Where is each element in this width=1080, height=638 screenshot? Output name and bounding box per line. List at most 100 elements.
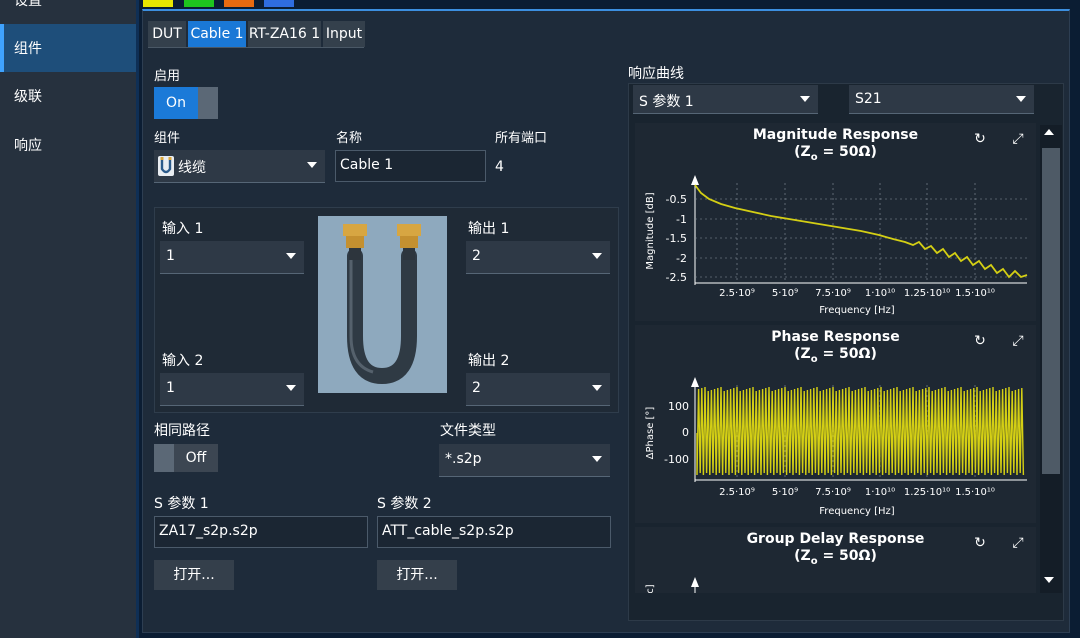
phase-ylabel: ΔPhase [°]: [645, 407, 656, 460]
magnitude-plot: Magnitude Response (Zo = 50Ω) ↻ ⤢ Magnit…: [635, 123, 1036, 321]
name-input[interactable]: Cable 1: [335, 150, 486, 182]
sidebar-item-cascade[interactable]: 级联: [0, 72, 136, 120]
group-delay-plot: Group Delay Response (Zo = 50Ω) ↻ ⤢ c]: [635, 527, 1036, 593]
input1-value: 1: [166, 248, 175, 264]
response-label: 响应曲线: [628, 66, 684, 82]
output1-select[interactable]: 2: [466, 241, 610, 274]
same-path-label: 相同路径: [154, 423, 210, 439]
file-type-label: 文件类型: [440, 423, 496, 439]
output2-value: 2: [472, 380, 481, 396]
phase-xtick: 1·10¹⁰: [865, 487, 895, 498]
chevron-down-icon: [286, 253, 296, 259]
input2-value: 1: [166, 380, 175, 396]
yellow-channel-swatch[interactable]: [143, 0, 173, 7]
magnitude-xtick: 7.5·10⁹: [815, 288, 851, 299]
sidebar-item-components[interactable]: 组件: [0, 24, 136, 72]
phase-curve: [696, 386, 1025, 476]
response-sparam-value: S21: [855, 91, 882, 107]
input2-label: 输入 2: [162, 353, 204, 369]
chevron-down-icon: [286, 385, 296, 391]
tab-rt-za16-1[interactable]: RT-ZA16 1: [248, 21, 321, 47]
magnitude-xlabel: Frequency [Hz]: [819, 305, 895, 316]
input1-select[interactable]: 1: [160, 241, 304, 274]
output1-value: 2: [472, 248, 481, 264]
tab-dut[interactable]: DUT: [148, 21, 186, 47]
group-delay-chart: c]: [645, 577, 699, 593]
scroll-down-icon[interactable]: [1044, 577, 1054, 583]
sparam2-open-button[interactable]: 打开...: [377, 560, 457, 590]
same-path-toggle[interactable]: Off: [154, 444, 218, 472]
file-type-value: *.s2p: [445, 451, 482, 467]
sidebar-item-label: 组件: [14, 41, 42, 57]
magnitude-ytick: -2: [676, 252, 687, 265]
enable-toggle[interactable]: On: [154, 87, 218, 119]
tab-underline: [148, 47, 364, 48]
sidebar-item-response[interactable]: 响应: [0, 121, 136, 169]
phase-xlabel: Frequency [Hz]: [819, 506, 895, 517]
cable-icon: [158, 156, 174, 176]
chevron-down-icon: [592, 253, 602, 259]
magnitude-ytick: -1.5: [666, 232, 687, 245]
toggle-knob: [198, 87, 218, 119]
name-value: Cable 1: [340, 157, 394, 173]
sidebar: 设置 组件 级联 响应: [0, 0, 136, 638]
magnitude-chart: Magnitude [dB] -0.5 -1 -1.5 -2 -2.5 2.5·…: [645, 175, 1028, 316]
response-param-value: S 参数 1: [639, 94, 694, 110]
enable-label: 启用: [154, 69, 181, 84]
magnitude-ytick: -1: [676, 213, 687, 226]
magnitude-xtick: 5·10⁹: [772, 288, 798, 299]
magnitude-ytick: -0.5: [666, 193, 687, 206]
chevron-down-icon: [1016, 96, 1026, 102]
output2-select[interactable]: 2: [466, 373, 610, 406]
component-value: 线缆: [178, 160, 206, 176]
magnitude-xtick: 1.5·10¹⁰: [955, 288, 995, 299]
phase-ytick: 100: [668, 400, 689, 413]
ports-label: 所有端口: [495, 131, 548, 146]
phase-xtick: 7.5·10⁹: [815, 487, 851, 498]
phase-ytick: 0: [682, 426, 689, 439]
sidebar-item-settings[interactable]: 设置: [0, 0, 136, 24]
chevron-down-icon: [800, 96, 810, 102]
scroll-up-icon[interactable]: [1044, 129, 1054, 135]
magnitude-xtick: 2.5·10⁹: [719, 288, 755, 299]
sidebar-item-label: 级联: [14, 89, 42, 105]
green-channel-swatch[interactable]: [184, 0, 214, 7]
chevron-down-icon: [592, 385, 602, 391]
input2-select[interactable]: 1: [160, 373, 304, 406]
response-param-select[interactable]: S 参数 1: [633, 85, 818, 114]
sparam2-value: ATT_cable_s2p.s2p: [382, 523, 514, 539]
sidebar-divider: [136, 0, 139, 638]
group-delay-ylabel: c]: [645, 584, 656, 593]
phase-ytick: -100: [664, 453, 689, 466]
sidebar-item-label: 响应: [14, 138, 42, 154]
output2-label: 输出 2: [468, 353, 510, 369]
magnitude-ylabel: Magnitude [dB]: [645, 192, 656, 269]
phase-xtick: 1.25·10¹⁰: [904, 487, 950, 498]
tab-cable-1[interactable]: Cable 1: [188, 21, 246, 47]
tab-input[interactable]: Input: [323, 21, 365, 47]
sparam2-label: S 参数 2: [377, 496, 432, 512]
sparam1-open-button[interactable]: 打开...: [154, 560, 234, 590]
same-path-value: Off: [174, 444, 218, 472]
enable-toggle-value: On: [154, 87, 198, 119]
component-select[interactable]: 线缆: [154, 150, 325, 183]
magnitude-xtick: 1·10¹⁰: [865, 288, 895, 299]
phase-xtick: 5·10⁹: [772, 487, 798, 498]
sparam1-value: ZA17_s2p.s2p: [159, 523, 258, 539]
ports-value: 4: [495, 159, 504, 175]
output1-label: 输出 1: [468, 221, 510, 237]
cable-image: [318, 216, 447, 393]
blue-channel-swatch[interactable]: [264, 0, 294, 7]
phase-plot: Phase Response (Zo = 50Ω) ↻ ⤢ ΔPhase [°]…: [635, 325, 1036, 523]
chevron-down-icon: [592, 456, 602, 462]
toggle-knob: [154, 444, 174, 472]
orange-channel-swatch[interactable]: [224, 0, 254, 7]
chevron-down-icon: [307, 162, 317, 168]
file-type-select[interactable]: *.s2p: [439, 444, 610, 477]
scrollbar-thumb[interactable]: [1042, 148, 1060, 474]
sidebar-item-label: 设置: [14, 0, 42, 9]
sparam2-input[interactable]: ATT_cable_s2p.s2p: [377, 516, 611, 548]
magnitude-ytick: -2.5: [666, 271, 687, 284]
response-sparam-select[interactable]: S21: [849, 85, 1034, 114]
sparam1-input[interactable]: ZA17_s2p.s2p: [154, 516, 368, 548]
